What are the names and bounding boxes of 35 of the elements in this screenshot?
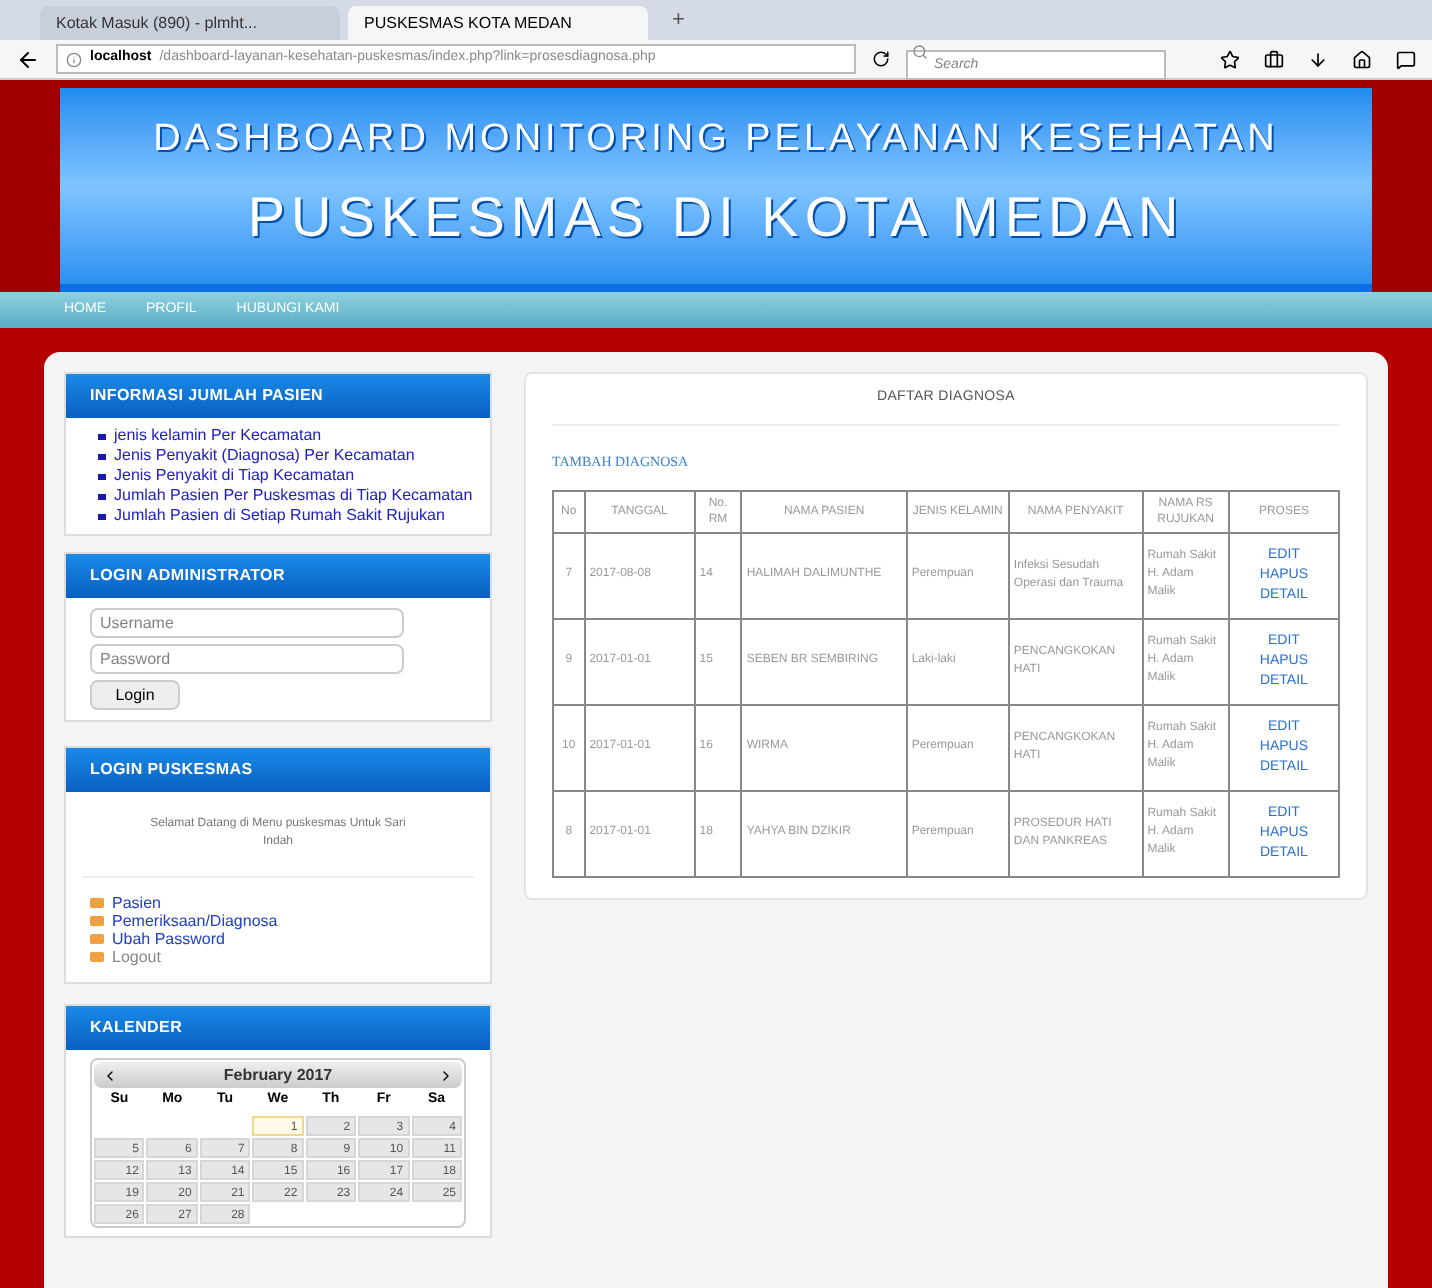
report-link[interactable]: Jenis Penyakit di Tiap Kecamatan (114, 466, 355, 486)
browser-tab[interactable]: Kotak Masuk (890) - plmht... (40, 6, 340, 40)
back-icon[interactable] (16, 47, 40, 71)
new-tab-button[interactable]: + (656, 3, 701, 37)
bullet-icon (98, 474, 106, 480)
banner-subtitle: PUSKESMAS DI KOTA MEDAN (247, 184, 1185, 253)
bullet-icon (98, 434, 106, 440)
report-link[interactable]: Jumlah Pasien di Setiap Rumah Sakit Rujukan (114, 506, 445, 526)
panel-header: KALENDER (66, 1006, 490, 1050)
month-label: February 2017 (223, 1063, 333, 1087)
search-icon (912, 43, 928, 59)
home-icon[interactable] (1352, 49, 1372, 69)
bullet-icon (98, 454, 106, 460)
panel-header: LOGIN ADMINISTRATOR (66, 554, 490, 598)
panel-header: INFORMASI JUMLAH PASIEN (66, 374, 490, 418)
chat-icon[interactable] (1396, 49, 1416, 69)
username-field[interactable]: Username (90, 608, 404, 638)
login-button[interactable]: Login (90, 680, 180, 710)
briefcase-icon[interactable] (1264, 49, 1284, 69)
report-link[interactable]: jenis kelamin Per Kecamatan (114, 426, 322, 446)
report-link[interactable]: Jenis Penyakit (Diagnosa) Per Kecamatan (114, 446, 415, 466)
browser-tab[interactable]: PUSKESMAS KOTA MEDAN (348, 6, 648, 40)
menu-link[interactable]: Pemeriksaan/Diagnosa (112, 912, 278, 930)
bookmark-icon[interactable] (1220, 49, 1240, 69)
menu-link[interactable]: Pasien (112, 894, 161, 912)
menu-link[interactable]: Ubah Password (112, 930, 225, 948)
prev-month-icon[interactable] (102, 1067, 118, 1083)
report-link[interactable]: Jumlah Pasien Per Puskesmas di Tiap Kecamatan (114, 486, 473, 506)
download-icon[interactable] (1308, 49, 1328, 69)
password-field[interactable]: Password (90, 644, 404, 674)
bullet-icon (98, 514, 106, 520)
reload-icon[interactable] (872, 50, 890, 68)
bullet-icon (98, 494, 106, 500)
banner-title: DASHBOARD MONITORING PELAYANAN KESEHATAN (153, 115, 1279, 164)
panel-header: LOGIN PUSKESMAS (66, 748, 490, 792)
